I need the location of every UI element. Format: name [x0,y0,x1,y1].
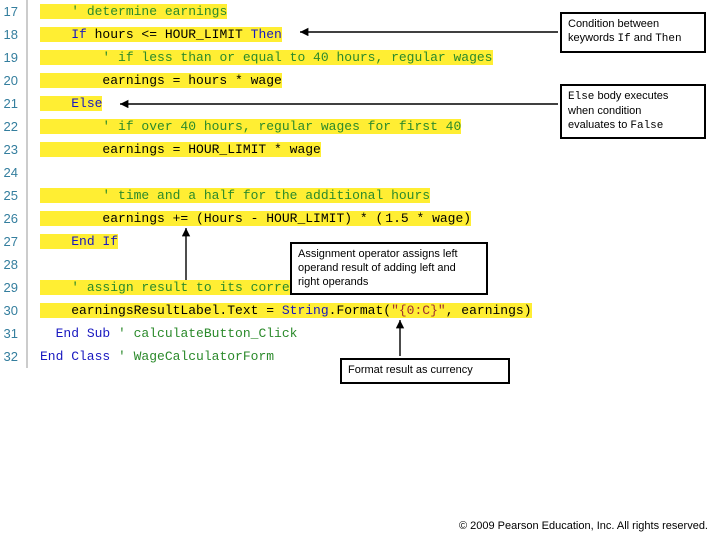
code-listing: 17 ' determine earnings 18 If hours <= H… [0,0,720,368]
line-number: 28 [0,253,28,276]
line-number: 32 [0,345,28,368]
code-line: earnings = hours * wage [28,69,282,92]
code-line: End Class ' WageCalculatorForm [28,345,274,368]
code-line: ' if less than or equal to 40 hours, reg… [28,46,493,69]
line-number: 20 [0,69,28,92]
line-number: 27 [0,230,28,253]
line-number: 22 [0,115,28,138]
line-number: 29 [0,276,28,299]
code-line: earningsResultLabel.Text = String.Format… [28,299,532,322]
line-number: 30 [0,299,28,322]
code-line: End Sub ' calculateButton_Click [28,322,297,345]
callout-condition: Condition between keywords If and Then [560,12,706,53]
code-line: End If [28,230,118,253]
callout-else: Else body executes when condition evalua… [560,84,706,139]
line-number: 17 [0,0,28,23]
copyright-footer: © 2009 Pearson Education, Inc. All right… [459,520,708,532]
callout-assignment: Assignment operator assigns left operand… [290,242,488,295]
callout-format: Format result as currency [340,358,510,384]
code-line: earnings = HOUR_LIMIT * wage [28,138,321,161]
line-number: 23 [0,138,28,161]
code-line: ' time and a half for the additional hou… [28,184,430,207]
line-number: 31 [0,322,28,345]
line-number: 25 [0,184,28,207]
line-number: 21 [0,92,28,115]
line-number: 26 [0,207,28,230]
code-line: ' determine earnings [28,0,227,23]
code-line: ' if over 40 hours, regular wages for fi… [28,115,461,138]
code-line: Else [28,92,102,115]
code-line: If hours <= HOUR_LIMIT Then [28,23,282,46]
line-number: 19 [0,46,28,69]
line-number: 18 [0,23,28,46]
line-number: 24 [0,161,28,184]
code-line: earnings += (Hours - HOUR_LIMIT) * (1.5 … [28,207,471,230]
